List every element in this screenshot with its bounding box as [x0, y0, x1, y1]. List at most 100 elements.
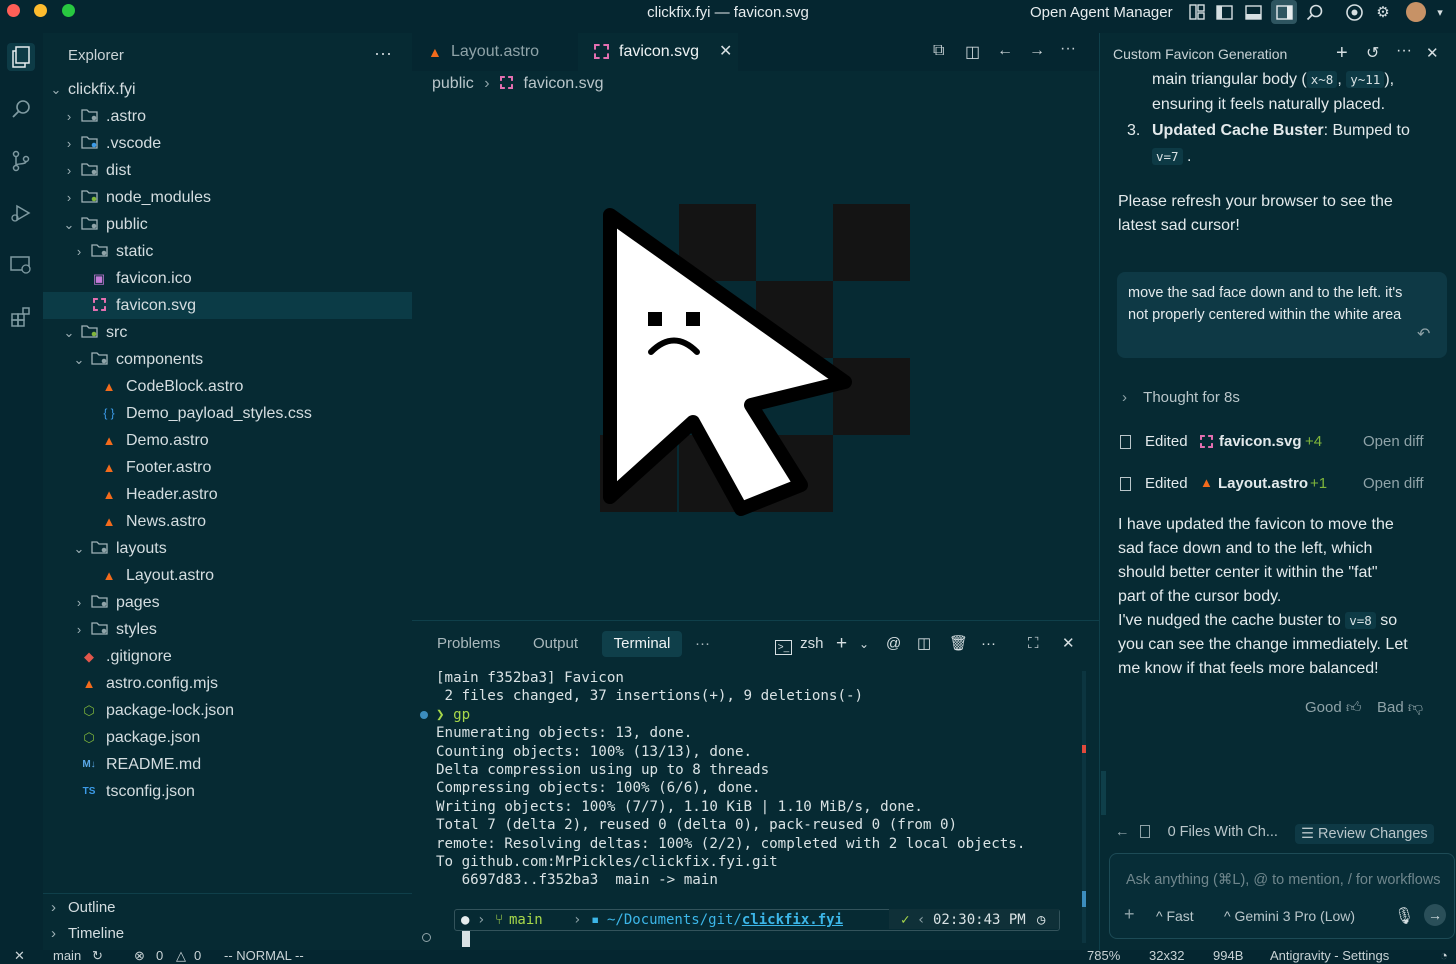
toggle-panel-icon[interactable] — [1243, 3, 1263, 21]
more-actions-icon[interactable]: ··· — [1396, 42, 1412, 60]
tree-item[interactable]: { } Demo_payload_styles.css — [43, 400, 412, 427]
open-diff-link[interactable]: Open diff — [1363, 475, 1424, 492]
tree-item[interactable]: › .vscode — [43, 130, 412, 157]
tab-problems[interactable]: Problems — [437, 631, 500, 657]
tree-item[interactable]: › node_modules — [43, 184, 412, 211]
sync-icon[interactable]: ↻ — [92, 948, 103, 964]
more-actions-icon[interactable]: ··· — [374, 43, 392, 64]
tree-item[interactable]: › styles — [43, 616, 412, 643]
tree-item[interactable]: ▲ Footer.astro — [43, 454, 412, 481]
trash-icon[interactable]: 🗑 — [949, 631, 968, 657]
model-selector[interactable]: ^ Gemini 3 Pro (Low) — [1224, 908, 1355, 924]
tree-item[interactable]: ⌄ components — [43, 346, 412, 373]
history-icon[interactable]: ↺ — [1366, 43, 1379, 63]
undo-icon[interactable]: ↶ — [1417, 324, 1430, 344]
review-changes-button[interactable]: ☰ Review Changes — [1295, 824, 1434, 844]
tree-item[interactable]: M↓ README.md — [43, 751, 412, 778]
close-panel-icon[interactable]: ✕ — [1426, 44, 1439, 62]
open-agent-manager-button[interactable]: Open Agent Manager — [1030, 4, 1173, 21]
status-zoom[interactable]: 785% — [1087, 948, 1120, 963]
tree-item[interactable]: ⌄ layouts — [43, 535, 412, 562]
send-icon[interactable]: → — [1424, 904, 1446, 926]
more-actions-icon[interactable]: ··· — [981, 631, 996, 657]
edit-file[interactable]: favicon.svg — [1219, 433, 1302, 450]
chat-input-box[interactable]: Ask anything (⌘L), @ to mention, / for w… — [1109, 853, 1455, 939]
tree-item[interactable]: ⌄ public — [43, 211, 412, 238]
thought-toggle[interactable]: › Thought for 8s — [1122, 389, 1240, 406]
close-tab-icon[interactable]: ✕ — [719, 33, 732, 71]
microphone-icon[interactable]: 🎙︎ — [1394, 906, 1414, 926]
tree-item[interactable]: TS tsconfig.json — [43, 778, 412, 805]
settings-gear-icon[interactable]: ⚙ — [1373, 3, 1393, 21]
chat-input[interactable]: Ask anything (⌘L), @ to mention, / for w… — [1126, 872, 1441, 888]
terminal-output[interactable]: [main f352ba3] Favicon 2 files changed, … — [436, 669, 1025, 890]
tab-terminal[interactable]: Terminal — [602, 631, 682, 657]
tree-item[interactable]: ⌄ src — [43, 319, 412, 346]
tree-item[interactable]: ▲ Demo.astro — [43, 427, 412, 454]
arrow-left-icon[interactable]: ← — [1115, 824, 1130, 840]
remote-explorer-icon[interactable] — [7, 251, 35, 279]
add-context-icon[interactable]: + — [1124, 904, 1135, 925]
layout-grid-icon[interactable] — [1187, 3, 1207, 21]
go-forward-icon[interactable]: → — [1029, 42, 1045, 60]
notifications-icon[interactable]: ◔ — [1440, 948, 1448, 963]
tree-item[interactable]: ▣ favicon.ico — [43, 265, 412, 292]
source-control-icon[interactable] — [7, 147, 35, 175]
maximize-panel-icon[interactable]: ⛶ — [1028, 631, 1039, 657]
go-back-icon[interactable]: ← — [997, 42, 1013, 60]
remote-icon[interactable]: ✕ — [14, 948, 25, 964]
new-chat-icon[interactable]: + — [1336, 42, 1348, 65]
tree-item[interactable]: ⬡ package-lock.json — [43, 697, 412, 724]
more-actions-icon[interactable]: ··· — [1060, 40, 1076, 58]
tree-item[interactable]: ◆ .gitignore — [43, 643, 412, 670]
chrome-icon[interactable] — [1344, 3, 1364, 21]
extensions-icon[interactable] — [7, 303, 35, 331]
tree-item[interactable]: › dist — [43, 157, 412, 184]
chevron-down-icon[interactable]: ⌄ — [859, 631, 869, 657]
tree-item[interactable]: ▲ Layout.astro — [43, 562, 412, 589]
status-errors[interactable]: 0 — [156, 948, 163, 963]
tree-item[interactable]: › pages — [43, 589, 412, 616]
timeline-section[interactable]: › Timeline — [43, 920, 412, 947]
tree-item[interactable]: › .astro — [43, 103, 412, 130]
open-diff-link[interactable]: Open diff — [1363, 433, 1424, 450]
new-terminal-icon[interactable]: + — [836, 631, 847, 657]
mode-selector[interactable]: ^ Fast — [1156, 908, 1194, 924]
account-chevron-icon[interactable]: ▾ — [1430, 3, 1450, 21]
user-message[interactable]: move the sad face down and to the left. … — [1117, 272, 1447, 358]
tree-item[interactable]: favicon.svg — [43, 292, 412, 319]
terminal-shell-selector[interactable]: >_ zsh — [775, 631, 824, 657]
tree-item[interactable]: ⬡ package.json — [43, 724, 412, 751]
tab-favicon-svg[interactable]: favicon.svg ✕ — [578, 33, 738, 71]
edit-file[interactable]: Layout.astro — [1218, 475, 1308, 492]
tree-root[interactable]: ⌄ clickfix.fyi — [43, 76, 412, 103]
good-feedback-button[interactable]: Good 👍︎ — [1305, 699, 1362, 717]
tree-item[interactable]: ▲ astro.config.mjs — [43, 670, 412, 697]
open-preview-icon[interactable]: ⧉ — [933, 42, 944, 60]
avatar[interactable] — [1406, 2, 1426, 22]
tab-layout-astro[interactable]: ▲ Layout.astro — [412, 33, 577, 71]
tree-item[interactable]: › static — [43, 238, 412, 265]
status-warnings[interactable]: 0 — [194, 948, 201, 963]
breadcrumb-file[interactable]: favicon.svg — [524, 75, 604, 92]
outline-section[interactable]: › Outline — [43, 893, 412, 920]
toggle-secondary-sidebar-icon[interactable] — [1271, 0, 1297, 24]
split-editor-icon[interactable]: ◫ — [965, 42, 980, 62]
more-actions-icon[interactable]: ··· — [695, 631, 710, 657]
split-terminal-icon[interactable]: ◫ — [917, 631, 931, 657]
tree-item[interactable]: ▲ CodeBlock.astro — [43, 373, 412, 400]
mention-icon[interactable]: @ — [886, 631, 901, 657]
run-debug-icon[interactable] — [7, 199, 35, 227]
search-icon[interactable] — [1304, 3, 1324, 21]
status-branch[interactable]: main — [53, 948, 81, 963]
tree-item[interactable]: ▲ Header.astro — [43, 481, 412, 508]
tree-item[interactable]: ▲ News.astro — [43, 508, 412, 535]
status-settings[interactable]: Antigravity - Settings — [1270, 948, 1389, 963]
files-changed-label[interactable]: 0 Files With Ch... — [1168, 824, 1278, 840]
toggle-sidebar-icon[interactable] — [1214, 3, 1234, 21]
tab-output[interactable]: Output — [533, 631, 578, 657]
bad-feedback-button[interactable]: Bad 👎︎ — [1377, 699, 1423, 717]
close-panel-icon[interactable]: ✕ — [1062, 631, 1075, 657]
explorer-files-icon[interactable] — [7, 43, 35, 71]
breadcrumb-public[interactable]: public — [432, 75, 474, 92]
